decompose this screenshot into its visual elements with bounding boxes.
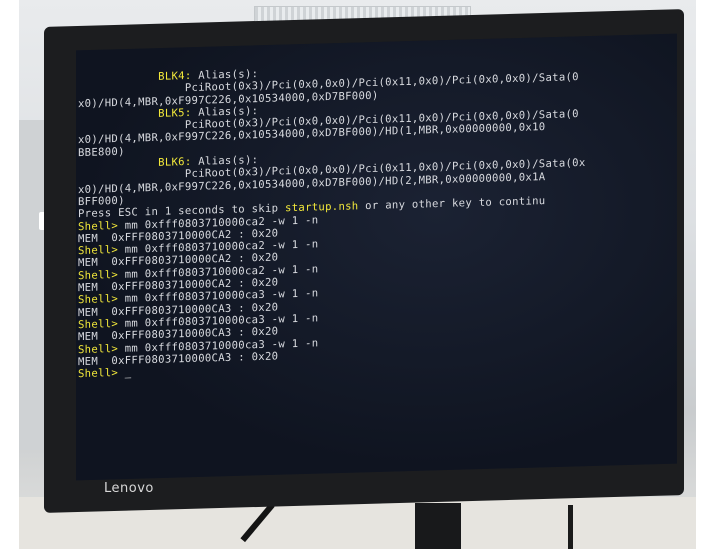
brand-logo: Lenovo [104,481,154,496]
highlight-text: BLK4: [158,69,192,83]
highlight-text: BLK5: [158,106,192,120]
highlight-text: Shell> [78,293,119,307]
monitor-stand [415,503,461,549]
highlight-text: Shell> [78,244,119,258]
monitor-cable-right [568,505,573,549]
cursor: _ [124,366,132,379]
highlight-text: Shell> [78,342,119,356]
highlight-text: startup.nsh [285,200,359,215]
terminal-text: BFF000) [78,194,125,209]
highlight-text: Shell> [78,317,119,332]
highlight-text: Shell> [78,219,119,233]
highlight-text: BLK6: [158,155,192,169]
uefi-shell-terminal[interactable]: BLK4: Alias(s): PciRoot(0x3)/Pci(0x0,0x0… [78,59,586,381]
highlight-text: Shell> [78,268,119,282]
highlight-text: Shell> [78,367,119,381]
terminal-text: BBE800) [78,145,125,159]
